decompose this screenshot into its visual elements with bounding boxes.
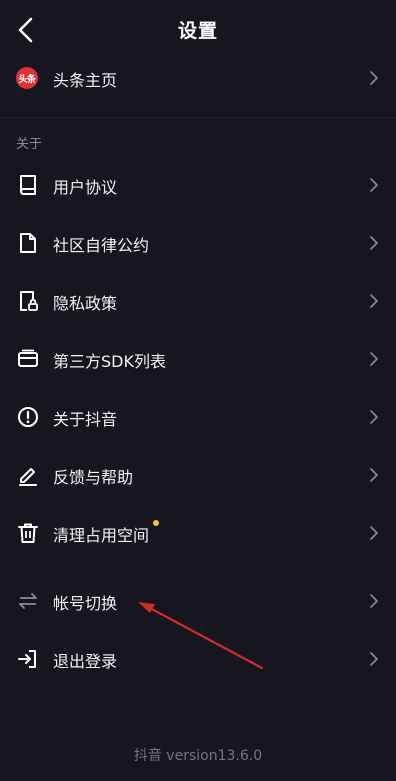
menu-item-label: 第三方SDK列表: [53, 352, 166, 371]
toutiao-logo-icon: 头条: [16, 67, 38, 89]
swap-arrows-icon: [19, 593, 37, 609]
menu-item-about-douyin[interactable]: 关于抖音: [0, 392, 396, 442]
chevron-right-icon: [370, 468, 378, 482]
menu-item-label: 关于抖音: [53, 410, 118, 429]
privacy-lock-icon: [20, 291, 38, 311]
card-icon: [18, 349, 38, 367]
chevron-right-icon: [370, 410, 378, 424]
info-circle-icon: [18, 407, 38, 427]
menu-item-privacy-policy[interactable]: 隐私政策: [0, 276, 396, 326]
page-title: 设置: [177, 20, 218, 42]
chevron-right-icon: [370, 71, 378, 85]
menu-item-label: 清理占用空间: [53, 526, 150, 545]
menu-item-label: 反馈与帮助: [53, 468, 134, 487]
section-divider: [0, 117, 396, 118]
menu-item-logout[interactable]: 退出登录: [0, 634, 396, 684]
header: 设置: [0, 0, 396, 60]
menu-item-user-agreement[interactable]: 用户协议: [0, 160, 396, 210]
chevron-right-icon: [370, 352, 378, 366]
logout-icon: [18, 650, 36, 668]
menu-item-toutiao-homepage[interactable]: 头条 头条主页: [0, 53, 396, 103]
section-label-about: 关于: [16, 137, 43, 152]
menu-item-label: 用户协议: [53, 178, 118, 197]
menu-item-third-party-sdk-list[interactable]: 第三方SDK列表: [0, 334, 396, 384]
edit-pen-icon: [19, 468, 37, 486]
chevron-right-icon: [370, 236, 378, 250]
chevron-right-icon: [370, 294, 378, 308]
menu-item-community-convention[interactable]: 社区自律公约: [0, 218, 396, 268]
chevron-right-icon: [370, 594, 378, 608]
book-icon: [20, 175, 36, 195]
menu-item-label: 退出登录: [53, 652, 118, 671]
chevron-right-icon: [370, 652, 378, 666]
menu-item-label: 帐号切换: [53, 594, 118, 613]
chevron-right-icon: [370, 178, 378, 192]
document-icon: [20, 233, 36, 253]
menu-item-clear-storage[interactable]: 清理占用空间: [0, 508, 396, 558]
menu-item-label: 隐私政策: [53, 294, 118, 313]
version-label: 抖音 version13.6.0: [133, 748, 263, 764]
menu-item-switch-account[interactable]: 帐号切换: [0, 576, 396, 626]
menu-item-label: 社区自律公约: [53, 236, 150, 255]
trash-icon: [18, 523, 38, 543]
menu-item-label: 头条主页: [53, 71, 118, 90]
chevron-right-icon: [370, 526, 378, 540]
menu-item-feedback-help[interactable]: 反馈与帮助: [0, 450, 396, 500]
new-indicator-dot: [153, 520, 159, 526]
